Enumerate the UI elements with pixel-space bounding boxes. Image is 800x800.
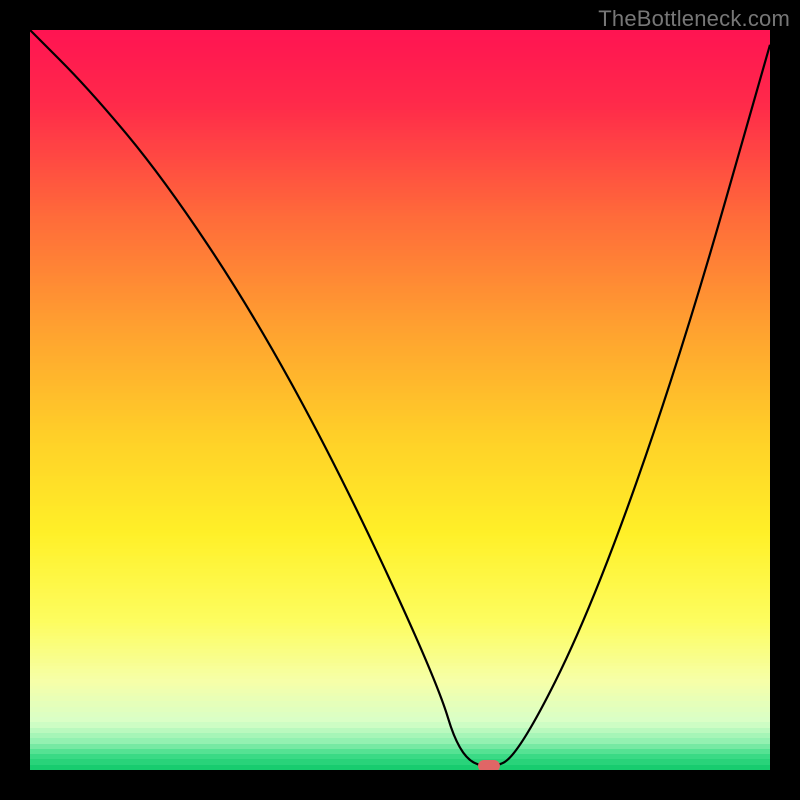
chart-frame: TheBottleneck.com (0, 0, 800, 800)
plot-area (30, 30, 770, 770)
bottleneck-curve (30, 30, 770, 766)
curve-layer (30, 30, 770, 770)
optimal-marker (478, 760, 500, 770)
watermark-text: TheBottleneck.com (598, 6, 790, 32)
